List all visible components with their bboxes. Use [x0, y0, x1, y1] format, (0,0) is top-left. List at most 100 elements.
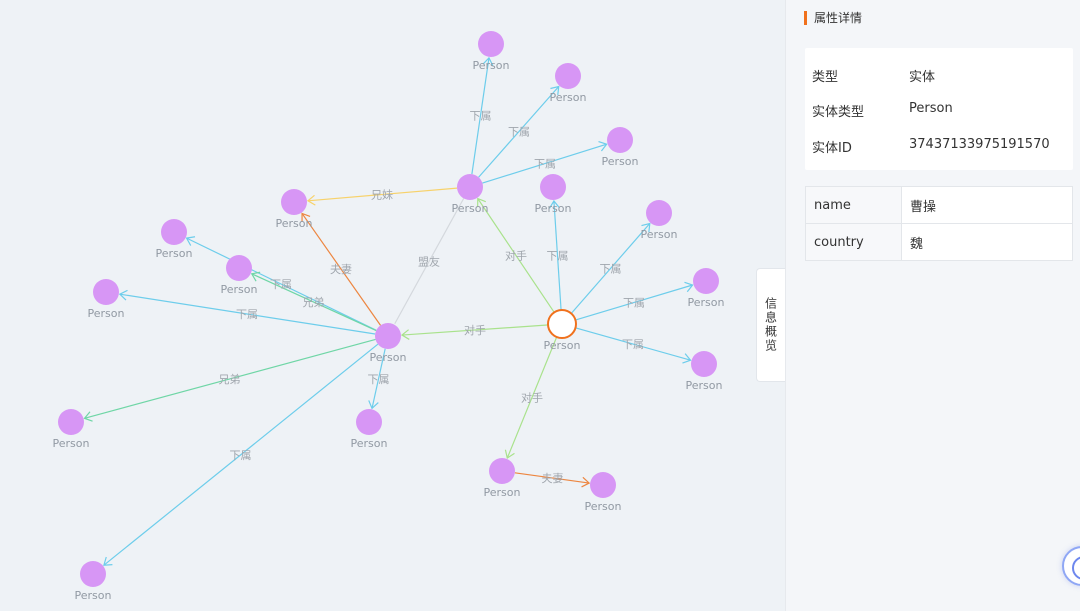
- node-label: Person: [585, 500, 622, 513]
- edge-label-layer: 下属下属下属下属对手对手对手夫妻下属下属下属兄妹盟友夫妻下属兄弟下属兄弟 下属下属: [219, 110, 646, 486]
- node-label: Person: [276, 217, 313, 230]
- graph-node[interactable]: Person: [585, 472, 622, 513]
- edge-label: 对手: [464, 323, 486, 337]
- info-row-entity-type: 实体类型 Person: [812, 101, 953, 120]
- edge-label: 盟友: [418, 255, 440, 269]
- edge-label: 下属: [368, 373, 390, 386]
- node-circle[interactable]: [590, 472, 616, 498]
- node-label: Person: [535, 202, 572, 215]
- edge-label: 夫妻: [542, 472, 564, 485]
- node-circle[interactable]: [226, 255, 252, 281]
- node-circle[interactable]: [356, 409, 382, 435]
- graph-node[interactable]: Person: [484, 458, 521, 499]
- selected-node-circle[interactable]: [547, 309, 577, 339]
- tab-info-overview-label: 信息概览: [763, 297, 778, 353]
- graph-node[interactable]: Person: [686, 351, 723, 392]
- node-label: Person: [53, 437, 90, 450]
- attr-value: 曹操: [901, 186, 1073, 224]
- graph-node[interactable]: Person: [688, 268, 725, 309]
- node-label: Person: [351, 437, 388, 450]
- node-label: Person: [484, 486, 521, 499]
- edge-label: 对手: [505, 249, 527, 263]
- node-circle[interactable]: [375, 323, 401, 349]
- edge-label: 下属: [508, 126, 530, 139]
- info-row-entity-id: 实体ID 37437133975191570: [812, 137, 1050, 156]
- edge-label: 下属: [236, 308, 258, 321]
- graph-node[interactable]: Person: [53, 409, 90, 450]
- node-circle[interactable]: [489, 458, 515, 484]
- attr-key: name: [805, 186, 902, 224]
- node-circle[interactable]: [646, 200, 672, 226]
- graph-node[interactable]: Person: [641, 200, 678, 241]
- node-label: Person: [602, 155, 639, 168]
- panel-title: 属性详情: [804, 11, 862, 25]
- graph-node[interactable]: Person: [221, 255, 258, 296]
- node-circle[interactable]: [693, 268, 719, 294]
- edge-label: 兄妹: [371, 189, 393, 202]
- node-circle[interactable]: [93, 279, 119, 305]
- node-circle[interactable]: [457, 174, 483, 200]
- node-layer: Person Person Person Person Person Person Pers…: [53, 31, 725, 602]
- entity-info-card: 类型 实体 实体类型 Person 实体ID 37437133975191570: [805, 48, 1073, 170]
- node-circle[interactable]: [478, 31, 504, 57]
- node-circle[interactable]: [80, 561, 106, 587]
- node-circle[interactable]: [540, 174, 566, 200]
- node-circle[interactable]: [161, 219, 187, 245]
- edge-label: 下属: [230, 449, 252, 462]
- node-label: Person: [221, 283, 258, 296]
- table-row: country 魏: [805, 223, 1073, 261]
- info-value: 37437133975191570: [909, 137, 1050, 152]
- edge-label: 下属: [623, 297, 645, 310]
- graph-node[interactable]: Person: [544, 309, 581, 352]
- info-key: 实体ID: [812, 141, 852, 156]
- node-label: Person: [550, 91, 587, 104]
- node-label: Person: [452, 202, 489, 215]
- info-row-type: 类型 实体: [812, 66, 935, 85]
- edge-label: 下属: [622, 338, 644, 351]
- graph-canvas[interactable]: 下属 下属 下属 下属 对手 对手 对手 夫妻 下属 下属 下属 兄妹 盟友 夫妻 下属 兄弟 下属 兄弟 下属 下属…: [0, 0, 785, 611]
- attr-key: country: [805, 223, 902, 261]
- edge-label: 下属: [470, 110, 492, 123]
- node-circle[interactable]: [281, 189, 307, 215]
- properties-panel: 属性详情 类型 实体 实体类型 Person 实体ID 374371339751…: [785, 0, 1080, 611]
- node-circle[interactable]: [691, 351, 717, 377]
- node-circle[interactable]: [607, 127, 633, 153]
- edge-label: 下属: [547, 250, 569, 263]
- info-key: 类型: [812, 70, 839, 85]
- node-label: Person: [641, 228, 678, 241]
- graph-node[interactable]: Person: [351, 409, 388, 450]
- node-label: Person: [156, 247, 193, 260]
- node-circle[interactable]: [555, 63, 581, 89]
- node-label: Person: [75, 589, 112, 602]
- edge-label: 下属: [600, 263, 622, 276]
- node-circle[interactable]: [58, 409, 84, 435]
- attr-value: 魏: [901, 223, 1073, 261]
- table-row: name 曹操: [805, 186, 1073, 224]
- node-label: Person: [473, 59, 510, 72]
- relationship-graph[interactable]: 下属下属下属下属对手对手对手夫妻下属下属下属兄妹盟友夫妻下属兄弟下属兄弟 下属下属…: [0, 0, 785, 611]
- graph-node[interactable]: Person: [276, 189, 313, 230]
- node-label: Person: [688, 296, 725, 309]
- edge-label: 夫妻: [330, 263, 352, 276]
- node-label: Person: [88, 307, 125, 320]
- graph-node[interactable]: Person: [452, 174, 489, 215]
- info-key: 实体类型: [812, 105, 865, 120]
- graph-node[interactable]: Person: [550, 63, 587, 104]
- attributes-table: name 曹操 country 魏: [805, 186, 1073, 261]
- graph-node[interactable]: Person: [602, 127, 639, 168]
- tab-info-overview[interactable]: 信息概览: [756, 268, 785, 382]
- node-label: Person: [370, 351, 407, 364]
- node-label: Person: [544, 339, 581, 352]
- node-label: Person: [686, 379, 723, 392]
- info-value: 实体: [909, 70, 936, 85]
- graph-node[interactable]: Person: [473, 31, 510, 72]
- graph-node[interactable]: Person: [88, 279, 125, 320]
- edge-label: 对手: [521, 391, 543, 405]
- graph-node[interactable]: Person: [75, 561, 112, 602]
- edge-label: 下属: [270, 278, 292, 291]
- info-value: Person: [909, 101, 953, 116]
- graph-node[interactable]: Person: [535, 174, 572, 215]
- edge-label: 下属: [534, 158, 556, 171]
- edge-label: 兄弟: [303, 296, 325, 309]
- edge-label: 兄弟: [219, 373, 241, 386]
